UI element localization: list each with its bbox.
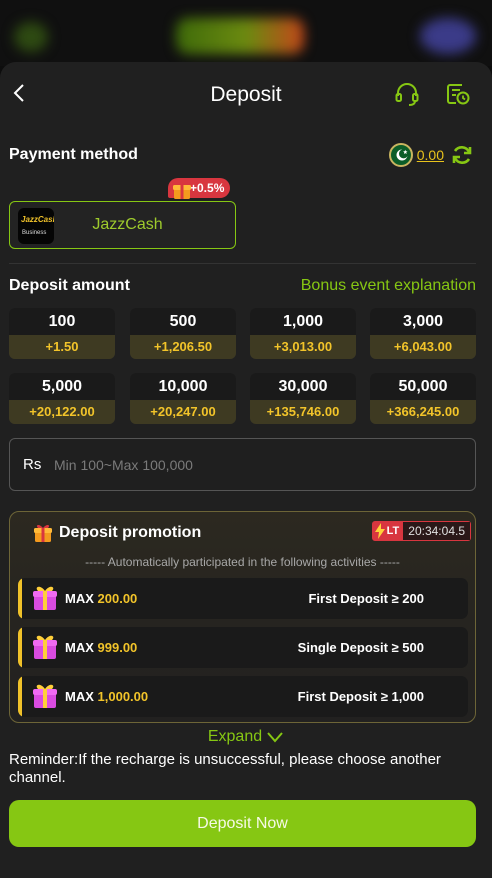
gift-icon	[173, 181, 191, 199]
headset-icon	[395, 83, 419, 106]
amount-option[interactable]: 3,000 +6,043.00	[370, 308, 476, 359]
amount-option[interactable]: 1,000 +3,013.00	[250, 308, 356, 359]
amount-bonus: +20,247.00	[130, 400, 236, 424]
amount-bonus: +1,206.50	[130, 335, 236, 359]
refresh-icon[interactable]	[450, 143, 474, 167]
amount-option[interactable]: 100 +1.50	[9, 308, 115, 359]
deposit-promotion-panel: Deposit promotion LT 20:34:04.5 ----- Au…	[9, 511, 476, 723]
accent-bar	[18, 578, 22, 619]
amount-option[interactable]: 500 +1,206.50	[130, 308, 236, 359]
promotion-item: MAX 200.00 First Deposit ≥ 200	[18, 578, 468, 619]
deposit-amount-label: Deposit amount	[9, 277, 130, 294]
accent-bar	[18, 627, 22, 668]
promotion-subtitle: ----- Automatically participated in the …	[85, 555, 400, 569]
balance-display: 0.00	[388, 142, 474, 168]
gift-icon	[33, 684, 57, 708]
lt-badge: LT	[372, 522, 404, 540]
chevron-down-icon	[267, 732, 283, 743]
amount-bonus: +6,043.00	[370, 335, 476, 359]
amount-input[interactable]	[54, 452, 454, 478]
deposit-sheet: Deposit Payment method 0.00 JazzCash Bus…	[0, 62, 492, 878]
promotion-title: Deposit promotion	[59, 524, 202, 541]
gift-icon	[34, 524, 52, 542]
background-banner	[0, 0, 492, 66]
countdown-badge: LT 20:34:04.5	[371, 521, 471, 541]
gift-icon	[33, 586, 57, 610]
accent-bar	[18, 676, 22, 717]
amount-value: 3,000	[370, 308, 476, 335]
record-clock-icon	[447, 84, 470, 105]
expand-label: Expand	[207, 728, 263, 745]
balance-value: 0.00	[416, 147, 444, 163]
currency-label: Rs	[23, 456, 42, 473]
gift-icon	[33, 635, 57, 659]
amount-bonus: +366,245.00	[370, 400, 476, 424]
payment-method-name: JazzCash	[92, 216, 163, 233]
payment-method-label: Payment method	[9, 146, 138, 163]
pakistan-flag-icon	[388, 143, 413, 167]
expand-button[interactable]: Expand	[0, 728, 492, 746]
amount-option[interactable]: 50,000 +366,245.00	[370, 373, 476, 424]
amount-input-box: Rs	[9, 438, 476, 491]
promotion-condition: Single Deposit ≥ 500	[297, 640, 424, 655]
jazzcash-logo: JazzCash Business	[18, 208, 54, 244]
blurred-brand	[176, 18, 304, 54]
amount-value: 1,000	[250, 308, 356, 335]
blurred-logo	[14, 22, 48, 52]
bonus-event-link[interactable]: Bonus event explanation	[301, 277, 476, 295]
promotion-max: MAX 200.00	[65, 591, 138, 606]
amount-value: 500	[130, 308, 236, 335]
amount-option[interactable]: 5,000 +20,122.00	[9, 373, 115, 424]
amount-bonus: +135,746.00	[250, 400, 356, 424]
amount-bonus: +20,122.00	[9, 400, 115, 424]
deposit-now-button[interactable]: Deposit Now	[9, 800, 476, 847]
promotion-item: MAX 1,000.00 First Deposit ≥ 1,000	[18, 676, 468, 717]
amount-option[interactable]: 10,000 +20,247.00	[130, 373, 236, 424]
countdown-timer: 20:34:04.5	[403, 522, 470, 540]
amount-value: 50,000	[370, 373, 476, 400]
divider	[9, 263, 476, 264]
amount-bonus: +3,013.00	[250, 335, 356, 359]
promotion-item: MAX 999.00 Single Deposit ≥ 500	[18, 627, 468, 668]
amount-value: 5,000	[9, 373, 115, 400]
reminder-text: Reminder:If the recharge is unsuccessful…	[9, 751, 441, 786]
promotion-condition: First Deposit ≥ 200	[308, 591, 424, 606]
support-button[interactable]	[393, 80, 421, 108]
amount-bonus: +1.50	[9, 335, 115, 359]
promotion-max: MAX 999.00	[65, 640, 138, 655]
amount-value: 100	[9, 308, 115, 335]
payment-method-jazzcash[interactable]: JazzCash Business JazzCash	[9, 201, 236, 249]
promotion-max: MAX 1,000.00	[65, 689, 149, 704]
history-button[interactable]	[444, 80, 472, 108]
amount-option[interactable]: 30,000 +135,746.00	[250, 373, 356, 424]
header: Deposit	[0, 62, 492, 128]
amount-value: 10,000	[130, 373, 236, 400]
lightning-icon	[374, 523, 385, 539]
amount-value: 30,000	[250, 373, 356, 400]
blurred-avatar	[420, 18, 476, 54]
promotion-condition: First Deposit ≥ 1,000	[297, 689, 424, 704]
